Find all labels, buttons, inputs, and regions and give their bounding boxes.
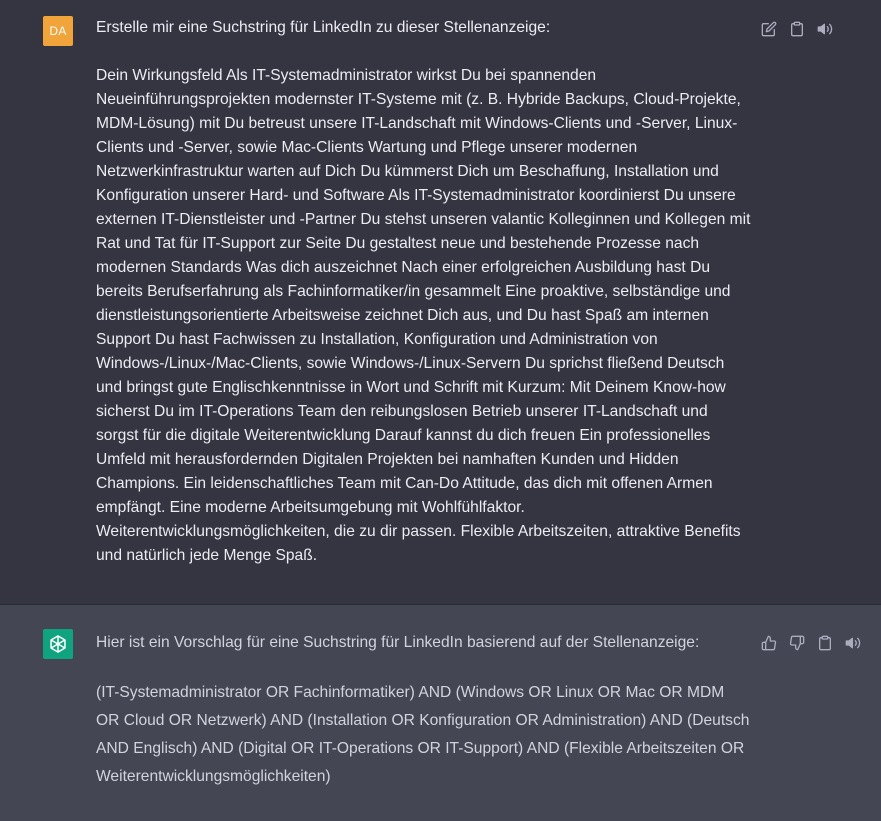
user-avatar-initials: DA xyxy=(49,24,67,38)
speaker-icon[interactable] xyxy=(844,634,862,652)
user-message: DA Erstelle mir eine Suchstring für Link… xyxy=(0,0,881,605)
user-message-actions xyxy=(760,20,834,38)
clipboard-icon[interactable] xyxy=(788,20,806,38)
user-message-heading: Erstelle mir eine Suchstring für LinkedI… xyxy=(96,19,551,36)
edit-icon[interactable] xyxy=(760,20,778,38)
user-avatar: DA xyxy=(43,16,73,46)
speaker-icon[interactable] xyxy=(816,20,834,38)
assistant-message: Hier ist ein Vorschlag für eine Suchstri… xyxy=(0,605,881,821)
user-message-body: Dein Wirkungsfeld Als IT-Systemadministr… xyxy=(96,67,751,564)
clipboard-icon[interactable] xyxy=(816,634,834,652)
thumbs-up-icon[interactable] xyxy=(760,634,778,652)
assistant-message-actions xyxy=(760,634,862,652)
thumbs-down-icon[interactable] xyxy=(788,634,806,652)
assistant-search-string: (IT-Systemadministrator OR Fachinformati… xyxy=(96,684,750,785)
openai-logo-icon xyxy=(43,629,73,659)
user-message-text: Erstelle mir eine Suchstring für LinkedI… xyxy=(96,16,751,568)
assistant-intro-text: Hier ist ein Vorschlag für eine Suchstri… xyxy=(96,634,700,651)
